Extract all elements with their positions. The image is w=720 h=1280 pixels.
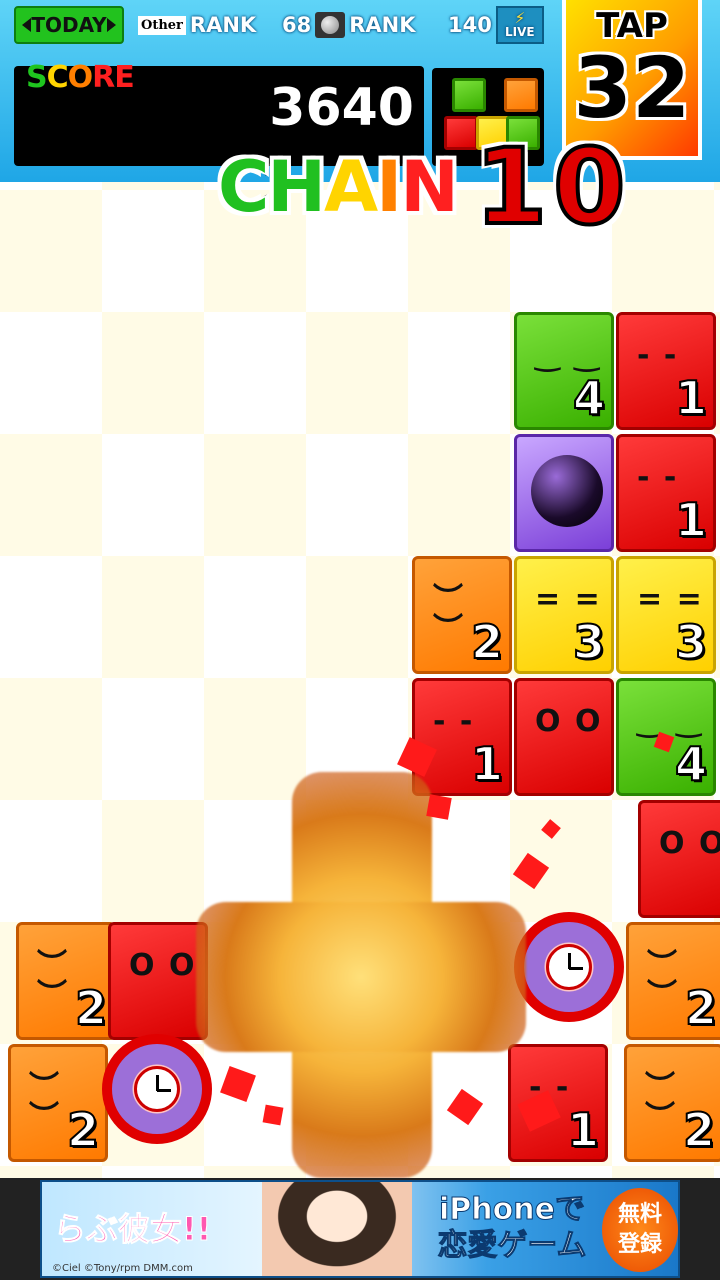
live-count-value: 140 [448,13,492,37]
block-yellow[interactable]: = = 3 [514,556,614,674]
score-value: 3640 [269,78,414,138]
globe-icon [315,12,346,38]
other-rank[interactable]: Other RANK [138,8,256,42]
ad-register-button[interactable]: 無料 登録 [602,1188,678,1272]
block-orange[interactable]: ︶ ︶ 2 [16,922,116,1040]
block-orange[interactable]: ︶ ︶ 2 [626,922,720,1040]
shard [262,1104,284,1126]
world-rank[interactable]: 68 RANK [282,8,416,42]
bomb-icon [531,455,603,527]
chain-word: CHAIN [216,145,460,230]
next-block-orange [504,78,538,112]
ad-credit: ©Ciel ©Tony/rpm DMM.com [52,1263,193,1274]
score-label: SCORE [26,60,135,95]
alarm-clock-icon[interactable] [102,1034,212,1144]
chain-banner: CHAIN 10 [216,124,632,250]
block-green[interactable]: ‿ ‿ 4 [514,312,614,430]
shard [426,794,452,820]
world-rank-label: RANK [349,13,416,37]
today-label: TODAY [31,13,107,37]
block-orange[interactable]: ︶ ︶ 2 [8,1044,108,1162]
other-rank-label: RANK [189,13,257,37]
game-board[interactable]: ‿ ‿ 4 - -1 - -1 ︶ ︶ 2 = = 3 = = 3 - -1 O O ‿… [0,182,720,1178]
world-rank-value: 68 [282,13,312,37]
block-red[interactable]: - -1 [616,312,716,430]
block-red[interactable]: - -1 [616,434,716,552]
block-bomb[interactable] [514,434,614,552]
lightning-icon: ⚡ [514,9,526,27]
explosion-effect [196,902,526,1052]
block-orange[interactable]: ︶ ︶ 2 [412,556,512,674]
live-label: LIVE [505,25,535,39]
ad-logo: らぶ彼女!! [53,1210,212,1249]
ad-bar: らぶ彼女!! iPhoneで 恋愛ゲーム 無料 登録 ©Ciel ©Tony/r… [0,1178,720,1280]
other-logo: Other [138,15,186,35]
chevron-left-icon[interactable] [22,18,31,32]
tap-value: 32 [573,39,691,137]
block-red-surprised[interactable]: O O [108,922,208,1040]
ad-banner[interactable]: らぶ彼女!! iPhoneで 恋愛ゲーム 無料 登録 ©Ciel ©Tony/r… [40,1180,680,1278]
live-count[interactable]: 140 ⚡ LIVE [448,6,544,44]
block-red[interactable]: - -1 [412,678,512,796]
clock-face [546,944,592,990]
ad-character-image [262,1182,412,1276]
today-ranking-button[interactable]: TODAY [14,6,124,44]
chain-count: 10 [473,124,632,250]
alarm-clock-icon[interactable] [514,912,624,1022]
block-yellow[interactable]: = = 3 [616,556,716,674]
next-block-green [452,78,486,112]
block-red-surprised[interactable]: O O [514,678,614,796]
clock-face [134,1066,180,1112]
live-button[interactable]: ⚡ LIVE [495,6,544,44]
block-orange[interactable]: ︶ ︶ 2 [624,1044,720,1162]
ad-headline: iPhoneで 恋愛ゲーム [437,1192,587,1264]
block-red-surprised[interactable]: O O [638,800,720,918]
chevron-right-icon[interactable] [106,18,116,32]
